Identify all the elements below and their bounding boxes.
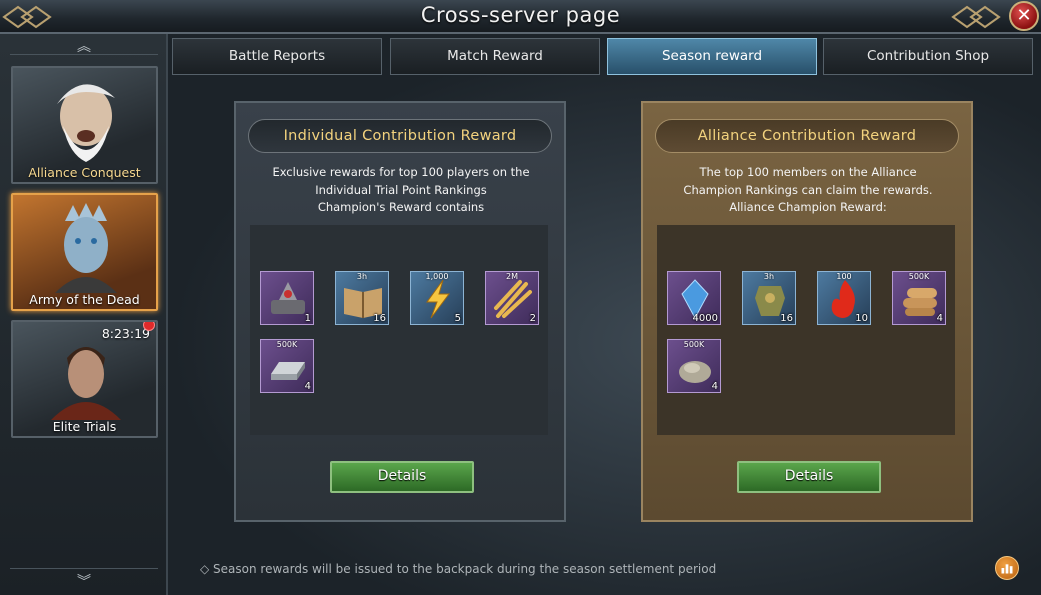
individual-reward-panel: Individual Contribution Reward Exclusive… <box>234 101 566 522</box>
main-content: Battle Reports Match Reward Season rewar… <box>168 34 1041 595</box>
tab-battle-reports[interactable]: Battle Reports <box>172 38 382 75</box>
notification-dot-icon <box>143 322 155 331</box>
tab-contribution-shop[interactable]: Contribution Shop <box>823 38 1033 75</box>
sidebar-item-alliance-conquest[interactable]: Alliance Conquest <box>11 66 158 184</box>
item-label: 100 <box>836 272 852 281</box>
description-line: Champion's Reward contains <box>317 200 485 214</box>
item-label: 3h <box>356 272 368 281</box>
description-line: Alliance Champion Reward: <box>729 200 887 214</box>
reward-item[interactable]: 500K 4 <box>667 339 721 393</box>
sidebar-item-army-of-the-dead[interactable]: Army of the Dead <box>11 193 158 311</box>
reward-item[interactable]: 4000 <box>667 271 721 325</box>
countdown-timer: 8:23:19 <box>101 326 150 341</box>
item-label: 500K <box>683 340 705 349</box>
panel-title: Alliance Contribution Reward <box>655 119 959 153</box>
knight-portrait <box>51 347 121 420</box>
item-quantity: 2 <box>529 313 536 324</box>
old-warrior-portrait <box>57 84 115 162</box>
item-label: 500K <box>908 272 930 281</box>
divider <box>10 568 158 569</box>
reward-item[interactable]: 100 10 <box>817 271 871 325</box>
item-label: 500K <box>276 340 298 349</box>
item-quantity: 4 <box>304 381 311 392</box>
tab-bar: Battle Reports Match Reward Season rewar… <box>172 38 1037 75</box>
description-line: The top 100 members on the Alliance <box>699 165 917 179</box>
tab-match-reward[interactable]: Match Reward <box>390 38 600 75</box>
item-quantity: 10 <box>855 313 868 324</box>
title-bar: Cross-server page ✕ <box>0 0 1041 34</box>
reward-grid: 4000 3h 16 100 10 500K 4 500K 4 <box>657 225 955 435</box>
night-king-portrait <box>55 203 117 293</box>
item-label: 1,000 <box>425 272 449 281</box>
mode-sidebar: ︽ Alliance Conquest Army of the Dead 8:2… <box>0 34 168 595</box>
ornament-icon <box>951 5 1001 29</box>
item-quantity: 1 <box>304 313 311 324</box>
details-button[interactable]: Details <box>737 461 881 493</box>
season-note: ◇ Season rewards will be issued to the b… <box>200 562 717 576</box>
panel-title: Individual Contribution Reward <box>248 119 552 153</box>
reward-item[interactable]: 1 <box>260 271 314 325</box>
item-quantity: 4 <box>936 313 943 324</box>
item-quantity: 16 <box>780 313 793 324</box>
item-label: 3h <box>763 272 775 281</box>
reward-item[interactable]: 3h 16 <box>742 271 796 325</box>
reward-item[interactable]: 1,000 5 <box>410 271 464 325</box>
divider <box>10 54 158 55</box>
reward-item[interactable]: 500K 4 <box>260 339 314 393</box>
sidebar-item-label: Army of the Dead <box>29 292 140 307</box>
description-line: Individual Trial Point Rankings <box>315 182 487 197</box>
reward-item[interactable]: 500K 4 <box>892 271 946 325</box>
scroll-up-icon[interactable]: ︽ <box>0 36 168 56</box>
tab-season-reward[interactable]: Season reward <box>607 38 817 75</box>
details-button[interactable]: Details <box>330 461 474 493</box>
panel-description: The top 100 members on the Alliance Cham… <box>653 164 963 217</box>
stats-button[interactable] <box>995 556 1019 580</box>
reward-item[interactable]: 3h 16 <box>335 271 389 325</box>
description-line: Champion Rankings can claim the rewards. <box>683 182 933 197</box>
sidebar-item-label: Alliance Conquest <box>28 165 141 180</box>
scroll-down-icon[interactable]: ︾ <box>0 571 168 591</box>
sidebar-item-label: Elite Trials <box>52 419 117 434</box>
item-quantity: 4 <box>711 381 718 392</box>
item-label: 2M <box>506 272 518 281</box>
panel-description: Exclusive rewards for top 100 players on… <box>246 164 556 217</box>
sidebar-item-elite-trials[interactable]: 8:23:19 Elite Trials <box>11 320 158 438</box>
description-line: Exclusive rewards for top 100 players on… <box>272 165 530 179</box>
close-icon: ✕ <box>1016 5 1032 26</box>
close-button[interactable]: ✕ <box>1009 1 1039 31</box>
reward-grid: 1 3h 16 1,000 5 2M 2 500K 4 <box>250 225 548 435</box>
page-title: Cross-server page <box>420 3 621 27</box>
item-quantity: 5 <box>454 313 461 324</box>
alliance-reward-panel: Alliance Contribution Reward The top 100… <box>641 101 973 522</box>
item-quantity: 4000 <box>692 313 718 324</box>
bar-chart-icon <box>1001 564 1013 574</box>
item-quantity: 16 <box>373 313 386 324</box>
reward-item[interactable]: 2M 2 <box>485 271 539 325</box>
